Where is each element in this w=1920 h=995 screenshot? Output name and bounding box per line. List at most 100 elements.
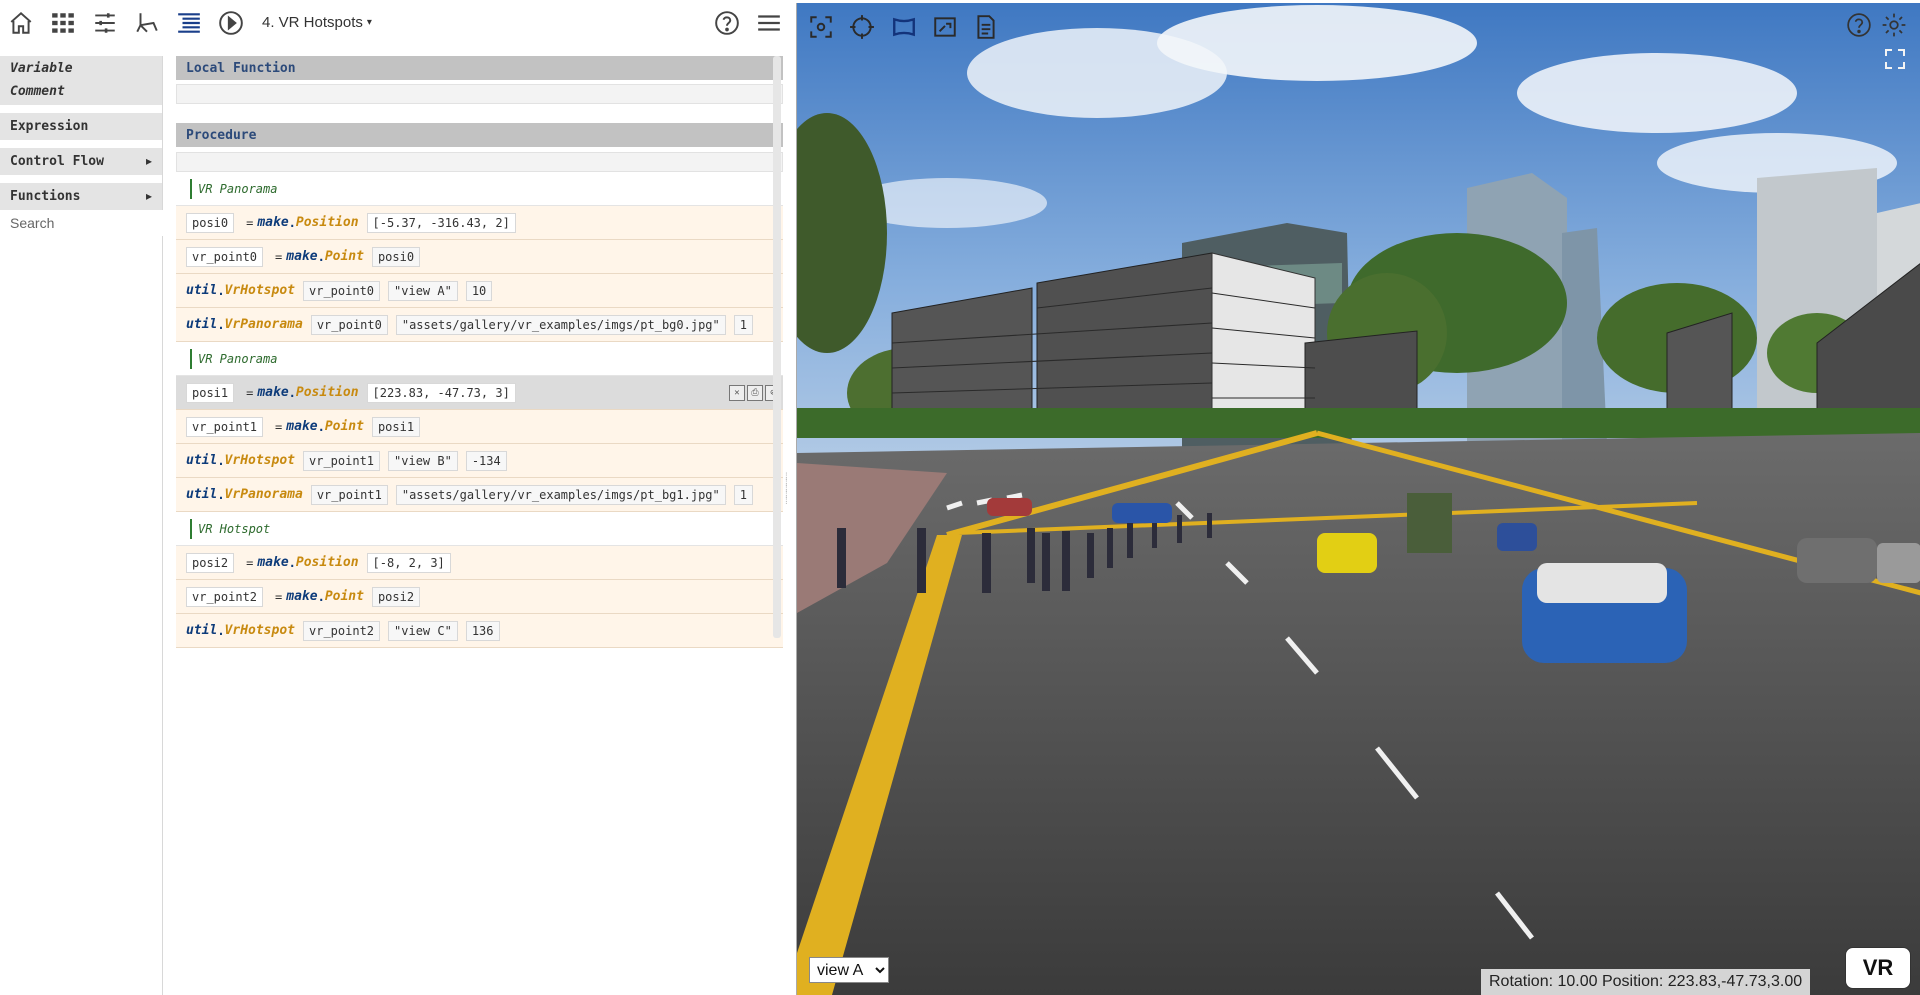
dot-separator: .	[317, 249, 325, 264]
module-name: make	[286, 589, 318, 604]
panorama-scene[interactable]	[797, 3, 1920, 995]
argument-input[interactable]: [223.83, -47.73, 3]	[366, 382, 516, 403]
hedge	[797, 408, 1920, 438]
car	[987, 498, 1032, 516]
viewer-settings-button[interactable]	[1879, 10, 1909, 40]
code-row[interactable]: vr_point1 = make. Point posi1	[176, 410, 783, 444]
assign-operator: =	[246, 555, 254, 570]
code-row[interactable]: util. VrPanorama vr_point0 "assets/galler…	[176, 308, 783, 342]
module-name: util	[186, 487, 218, 502]
procedure-header[interactable]: Procedure	[176, 123, 783, 147]
vr-viewer[interactable]: view A Rotation: 10.00 Position: 223.83,…	[796, 3, 1920, 995]
code-row[interactable]: posi2 = make. Position [-8, 2, 3]	[176, 546, 783, 580]
argument-input[interactable]: "view C"	[388, 620, 458, 641]
code-row-selected[interactable]: posi1 = make. Position [223.83, -47.73, 3…	[176, 376, 783, 410]
module-name: util	[186, 623, 218, 638]
local-function-body[interactable]	[176, 84, 783, 104]
argument-input[interactable]: vr_point0	[310, 314, 388, 335]
argument-input[interactable]: vr_point1	[310, 484, 388, 505]
fullscreen-button[interactable]	[1883, 47, 1907, 71]
function-name: VrPanorama	[224, 487, 303, 502]
print-icon[interactable]: ⎙	[747, 385, 763, 401]
crosshair-button[interactable]	[845, 10, 879, 44]
parameters-button[interactable]	[84, 2, 126, 44]
viewer-help-button[interactable]	[1844, 10, 1874, 40]
control-flow-item[interactable]: Control Flow ▶	[0, 148, 162, 175]
taxi-car	[1317, 533, 1377, 573]
argument-input[interactable]: "assets/gallery/vr_examples/imgs/pt_bg1.…	[395, 484, 726, 505]
argument-input[interactable]: posi0	[371, 246, 421, 267]
comment-text: VR Hotspot	[198, 521, 271, 536]
document-button[interactable]	[969, 10, 1003, 44]
procedure-button[interactable]	[168, 2, 210, 44]
argument-input[interactable]: vr_point0	[303, 280, 381, 301]
argument-input[interactable]: "view B"	[388, 450, 458, 471]
panel-resize-handle[interactable]: ⁞ ⁞ ⁞ ⁞ ⁞	[785, 473, 789, 520]
home-button[interactable]	[0, 2, 42, 44]
frame-button[interactable]	[887, 10, 921, 44]
caret-down-icon: ▾	[366, 17, 372, 28]
procedure-body-top[interactable]	[176, 152, 783, 172]
module-name: util	[186, 453, 218, 468]
code-row[interactable]: util. VrPanorama vr_point1 "assets/galler…	[176, 478, 783, 512]
code-row[interactable]: util. VrHotspot vr_point2 "view C" 136	[176, 614, 783, 648]
argument-input[interactable]: 136	[465, 620, 500, 641]
comment-label: Comment	[10, 84, 65, 99]
argument-input[interactable]: [-8, 2, 3]	[366, 552, 451, 573]
variable-name[interactable]: vr_point2	[186, 586, 264, 607]
dashboard-icon	[52, 12, 74, 33]
main-menu-button[interactable]	[748, 2, 790, 44]
argument-input[interactable]: [-5.37, -316.43, 2]	[366, 212, 516, 233]
variable-name[interactable]: posi2	[186, 552, 235, 573]
module-name: make	[286, 249, 318, 264]
argument-input[interactable]: 1	[733, 314, 753, 335]
comment-row[interactable]: VR Panorama	[176, 342, 783, 376]
argument-input[interactable]: "view A"	[388, 280, 458, 301]
code-row[interactable]: util. VrHotspot vr_point1 "view B" -134	[176, 444, 783, 478]
comment-marker	[190, 518, 192, 539]
dashboard-button[interactable]	[42, 2, 84, 44]
variable-name[interactable]: posi0	[186, 212, 235, 233]
local-function-header[interactable]: Local Function	[176, 56, 783, 80]
flowchart-button[interactable]	[126, 2, 168, 44]
argument-input[interactable]: posi2	[371, 586, 421, 607]
variable-name[interactable]: vr_point0	[186, 246, 264, 267]
vr-mode-button[interactable]: VR	[1845, 947, 1911, 989]
help-button[interactable]	[706, 2, 748, 44]
assign-operator: =	[275, 589, 283, 604]
flow-title: 4. VR Hotspots	[262, 14, 363, 31]
comment-row[interactable]: VR Hotspot	[176, 512, 783, 546]
view-select-dropdown[interactable]: view A	[809, 957, 889, 983]
code-row[interactable]: posi0 = make. Position [-5.37, -316.43, 2…	[176, 206, 783, 240]
functions-item[interactable]: Functions ▶	[0, 183, 162, 210]
variable-name[interactable]: posi1	[186, 382, 235, 403]
assign-operator: =	[246, 215, 254, 230]
argument-input[interactable]: posi1	[371, 416, 421, 437]
cloud	[1157, 5, 1477, 81]
delete-line-icon[interactable]: ✕	[729, 385, 745, 401]
editor-scrollbar[interactable]	[773, 56, 781, 638]
execute-button[interactable]	[210, 2, 252, 44]
code-row[interactable]: util. VrHotspot vr_point0 "view A" 10	[176, 274, 783, 308]
argument-input[interactable]: -134	[465, 450, 507, 471]
module-name: make	[257, 555, 289, 570]
function-name: VrHotspot	[224, 623, 295, 638]
flow-title-dropdown[interactable]: 4. VR Hotspots ▾	[262, 14, 372, 31]
dot-separator: .	[288, 385, 296, 400]
argument-input[interactable]: vr_point1	[303, 450, 381, 471]
assign-operator: =	[275, 419, 283, 434]
code-row[interactable]: vr_point0 = make. Point posi0	[176, 240, 783, 274]
expression-item[interactable]: Expression	[0, 113, 162, 140]
frame-icon	[893, 17, 915, 37]
function-search-input[interactable]	[0, 210, 163, 236]
code-row[interactable]: vr_point2 = make. Point posi2	[176, 580, 783, 614]
argument-input[interactable]: "assets/gallery/vr_examples/imgs/pt_bg0.…	[395, 314, 726, 335]
argument-input[interactable]: vr_point2	[303, 620, 381, 641]
variable-comment-item[interactable]: Variable Comment	[0, 56, 162, 105]
argument-input[interactable]: 10	[465, 280, 493, 301]
argument-input[interactable]: 1	[733, 484, 753, 505]
zoom-fit-button[interactable]	[804, 10, 838, 44]
variable-name[interactable]: vr_point1	[186, 416, 264, 437]
comment-row[interactable]: VR Panorama	[176, 172, 783, 206]
picture-frame-button[interactable]	[928, 10, 962, 44]
